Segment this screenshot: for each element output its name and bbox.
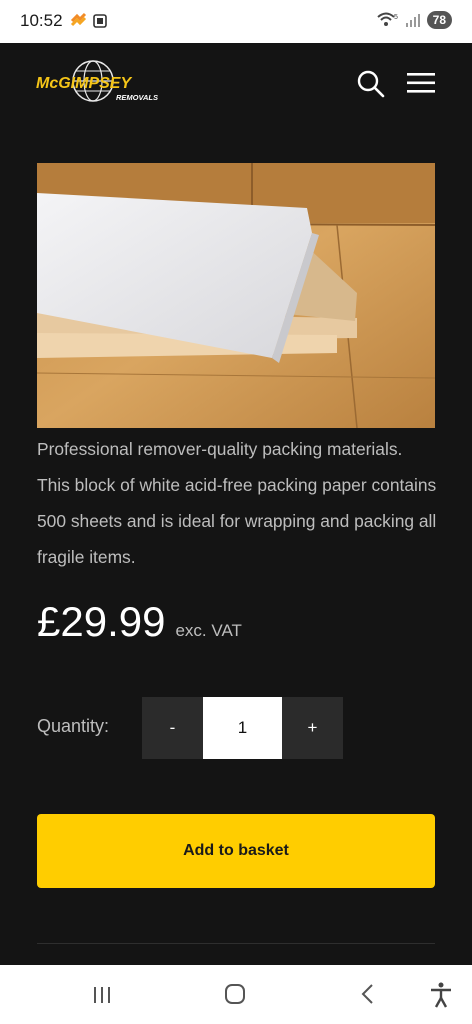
product-description: Professional remover-quality packing mat… — [37, 439, 437, 567]
home-icon — [225, 984, 245, 1004]
product-image — [36, 163, 436, 429]
signal-icon — [405, 14, 420, 27]
site-logo[interactable]: McGIMPSEY REMOVALS — [36, 59, 166, 107]
add-to-basket-button[interactable]: Add to basket — [37, 814, 435, 888]
logo-subtext: REMOVALS — [116, 93, 158, 102]
notification-icons — [70, 12, 110, 34]
search-button[interactable] — [356, 69, 386, 99]
vat-note: exc. VAT — [175, 621, 242, 640]
product-price: £29.99 — [37, 598, 166, 645]
notification-icon — [70, 12, 107, 28]
home-button[interactable] — [219, 981, 251, 1009]
back-icon — [361, 984, 373, 1004]
logo-text: McGIMPSEY — [36, 75, 132, 92]
menu-button[interactable] — [406, 71, 436, 95]
status-time: 10:52 — [20, 11, 63, 30]
quantity-decrease-button[interactable]: - — [142, 697, 203, 759]
accessibility-button[interactable] — [425, 981, 457, 1009]
recent-apps-button[interactable] — [86, 981, 118, 1009]
logo-graphic: McGIMPSEY REMOVALS — [36, 60, 158, 102]
search-icon — [357, 70, 385, 98]
divider — [37, 943, 435, 944]
battery-indicator: 78 — [426, 11, 452, 29]
hamburger-icon — [407, 73, 435, 93]
accessibility-icon — [431, 982, 451, 1008]
packing-paper-photo — [36, 163, 436, 429]
quantity-increase-button[interactable]: + — [282, 697, 343, 759]
status-bar: 10:52 5 78 — [0, 0, 472, 43]
back-button[interactable] — [352, 981, 384, 1009]
wifi-icon: 5 — [376, 12, 398, 26]
quantity-input[interactable] — [203, 697, 282, 759]
system-nav-bar — [0, 965, 472, 1024]
site-header: McGIMPSEY REMOVALS — [0, 43, 472, 133]
quantity-label: Quantity: — [37, 716, 110, 736]
recent-apps-icon — [94, 987, 110, 1003]
price-row: £29.99 exc. VAT — [37, 598, 242, 658]
wifi-band: 5 — [394, 14, 398, 21]
